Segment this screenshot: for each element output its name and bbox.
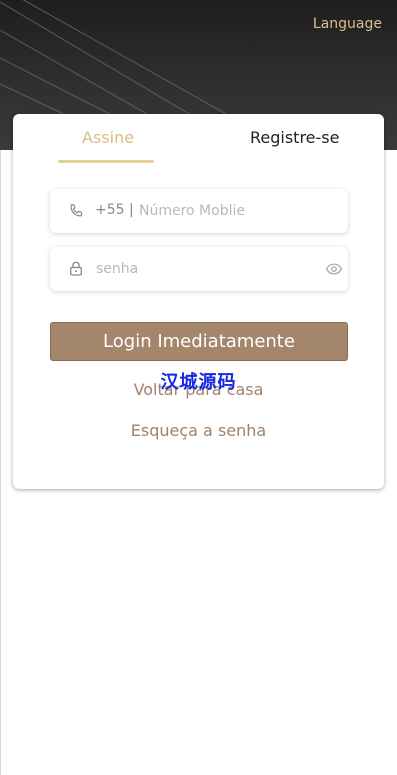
eye-icon[interactable] (325, 260, 343, 278)
forgot-password-link[interactable]: Esqueça a senha (13, 421, 384, 440)
phone-icon (70, 204, 83, 217)
password-field[interactable] (50, 247, 348, 291)
language-link[interactable]: Language (313, 16, 382, 32)
tab-sign-in[interactable]: Assine (82, 128, 134, 147)
active-tab-indicator (58, 160, 154, 163)
tab-register[interactable]: Registre-se (250, 128, 339, 147)
lock-icon (70, 261, 82, 276)
phone-input[interactable] (139, 201, 339, 221)
password-input[interactable] (96, 259, 316, 279)
login-button[interactable]: Login Imediatamente (50, 322, 348, 361)
phone-field[interactable]: +55 | (50, 189, 348, 233)
login-card: Assine Registre-se +55 | Login Imediatam… (13, 114, 384, 489)
country-code: +55 | (95, 202, 134, 218)
watermark-text: 汉城源码 (160, 372, 237, 393)
